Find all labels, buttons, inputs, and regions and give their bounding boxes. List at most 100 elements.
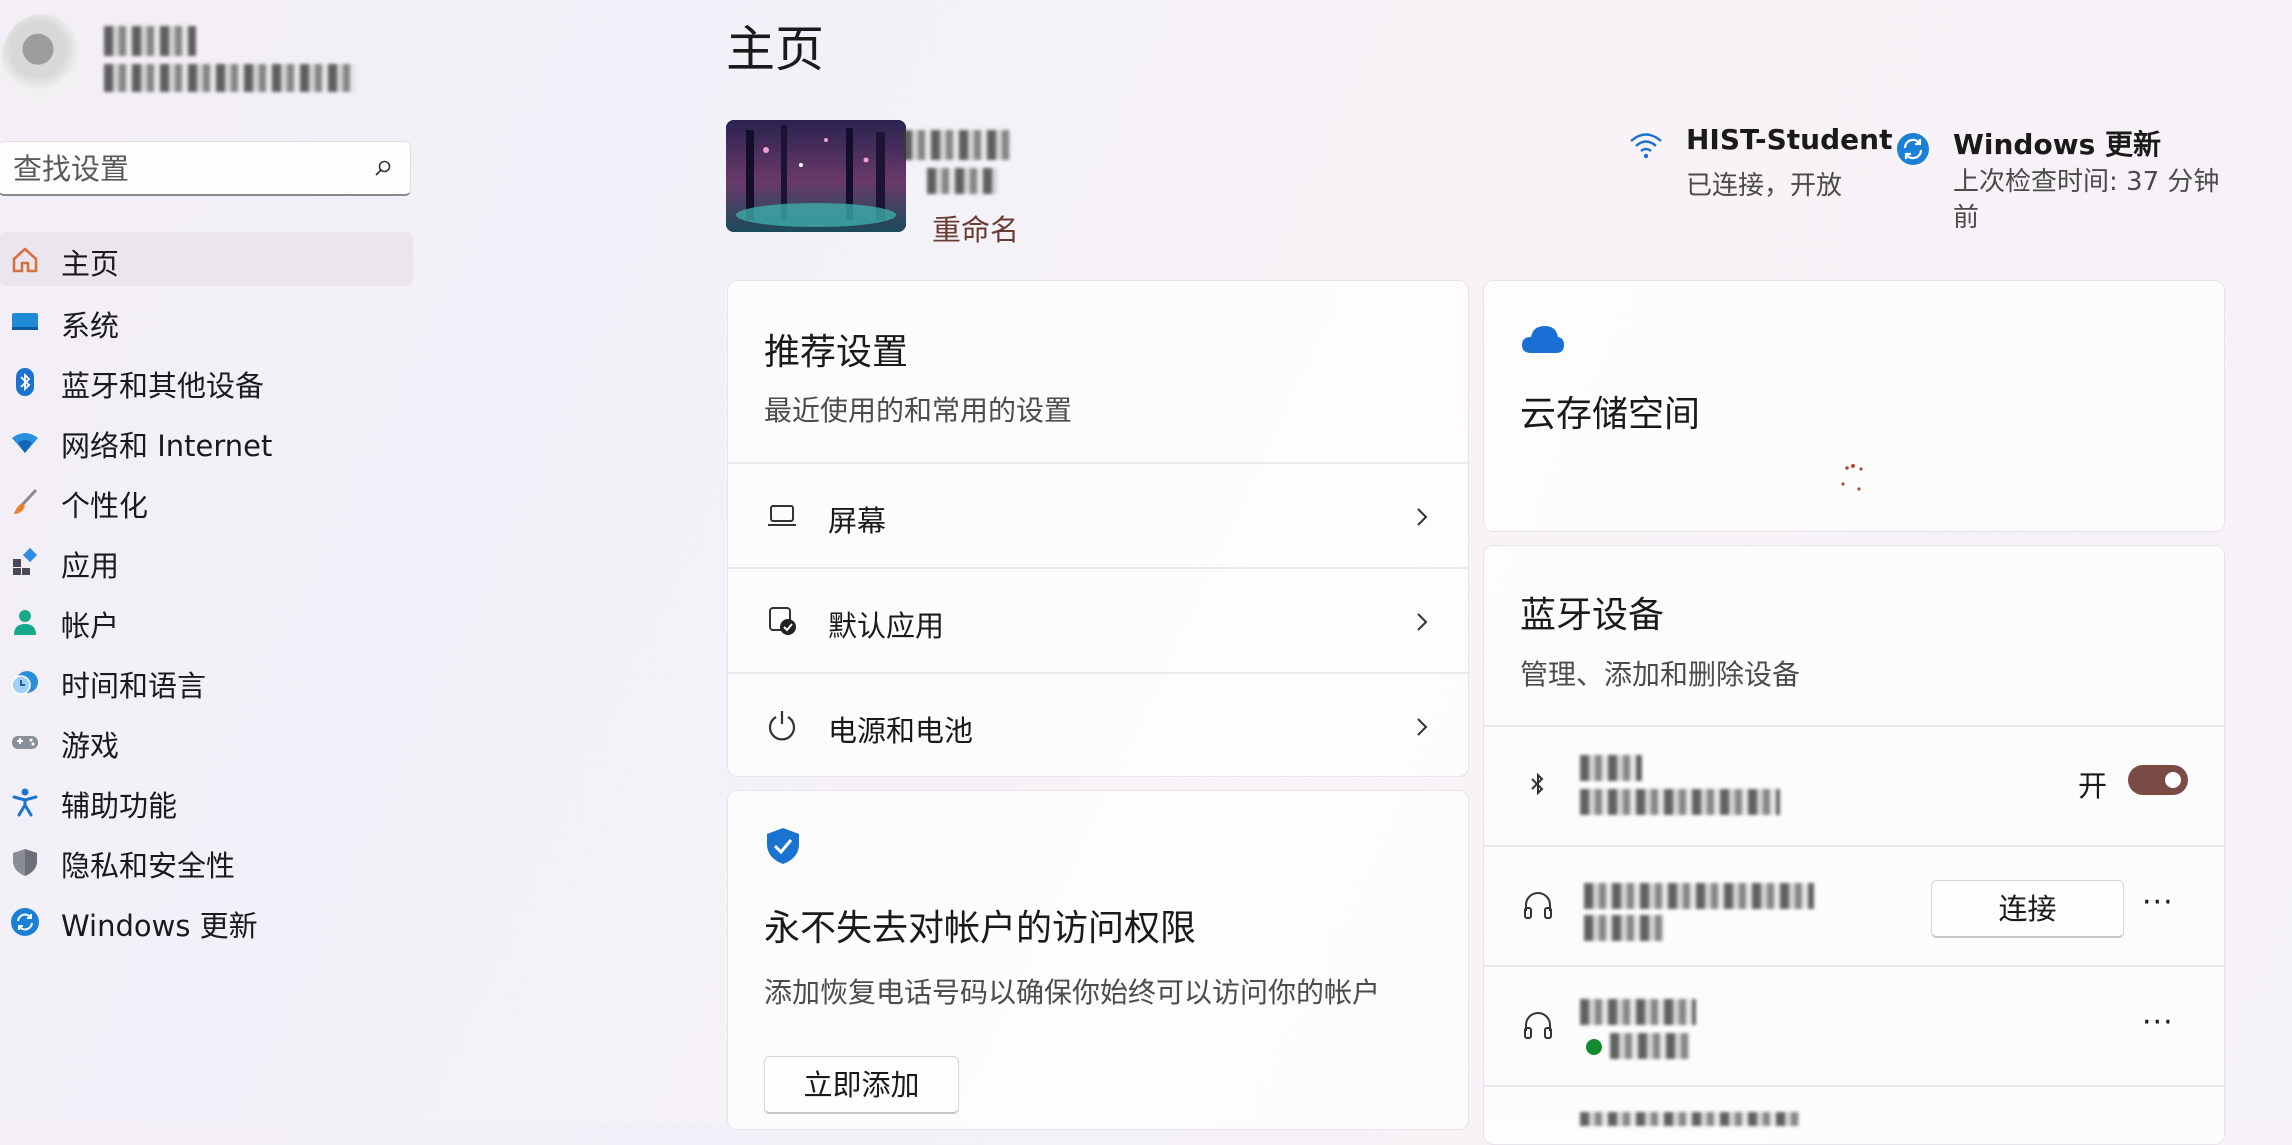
system-icon	[12, 313, 38, 330]
chevron-right-icon	[1417, 508, 1428, 526]
sidebar-item-bluetooth[interactable]: 蓝牙和其他设备	[0, 354, 413, 408]
card-title: 云存储空间	[1520, 394, 1701, 435]
headphones-icon	[1524, 892, 1552, 919]
search-box[interactable]	[0, 141, 411, 196]
card-subtitle: 最近使用的和常用的设置	[764, 394, 1073, 427]
divider	[1484, 1085, 2224, 1087]
sidebar-item-label: 主页	[61, 247, 120, 281]
power-icon	[768, 711, 796, 741]
brush-icon	[14, 488, 38, 514]
toggle-label: 开	[2078, 769, 2108, 803]
add-now-button[interactable]: 立即添加	[764, 1056, 959, 1114]
user-name-redacted	[104, 26, 196, 56]
sidebar-item-label: 系统	[61, 309, 120, 343]
more-options-button[interactable]: ···	[2142, 1005, 2174, 1040]
shield-check-icon	[767, 828, 799, 864]
account-icon	[14, 610, 36, 635]
update-icon	[11, 908, 39, 936]
home-icon	[12, 247, 38, 273]
device-name-redacted	[1584, 883, 1814, 909]
wallpaper-thumbnail[interactable]	[726, 120, 906, 232]
sidebar-item-label: 游戏	[61, 729, 120, 763]
sidebar-item-apps[interactable]: 应用	[0, 534, 413, 588]
card-title: 蓝牙设备	[1520, 595, 1665, 636]
sidebar-item-home[interactable]: 主页	[0, 232, 413, 286]
bluetooth-device-row[interactable]: 连接 ···	[1484, 847, 2224, 965]
avatar[interactable]	[2, 14, 82, 102]
sidebar-item-personalization[interactable]: 个性化	[0, 474, 413, 528]
sidebar-item-label: 隐私和安全性	[61, 849, 236, 883]
headphones-icon	[1524, 1012, 1552, 1039]
network-icon	[12, 433, 38, 453]
bluetooth-devices-card: 蓝牙设备 管理、添加和删除设备 开 连接 ··· ···	[1483, 545, 2225, 1145]
default-apps-icon	[769, 607, 796, 635]
device-name-redacted	[1580, 755, 1642, 781]
apps-icon	[13, 547, 38, 575]
connect-button[interactable]: 连接	[1931, 880, 2124, 938]
sidebar-item-label: 网络和 Internet	[61, 429, 273, 463]
update-status-icon	[1897, 133, 1929, 165]
row-display[interactable]: 屏幕	[728, 464, 1468, 567]
sidebar-item-label: 应用	[61, 549, 120, 583]
time-language-icon	[11, 671, 38, 695]
gamepad-icon	[12, 736, 38, 749]
device-status-redacted	[1610, 1033, 1690, 1059]
device-status-redacted	[1580, 789, 1780, 815]
cloud-storage-card: 云存储空间	[1483, 280, 2225, 532]
row-label: 屏幕	[828, 504, 887, 538]
sidebar-item-label: 时间和语言	[61, 669, 207, 703]
row-power-battery[interactable]: 电源和电池	[728, 674, 1468, 776]
device-name-redacted	[903, 130, 1011, 160]
sidebar-item-gaming[interactable]: 游戏	[0, 714, 413, 768]
toggle-knob	[2165, 772, 2181, 788]
shield-icon	[13, 849, 37, 876]
device-status-redacted	[1584, 915, 1664, 941]
sidebar-item-accessibility[interactable]: 辅助功能	[0, 774, 413, 828]
sidebar-item-label: 辅助功能	[61, 789, 178, 823]
wifi-network-name[interactable]: HIST-Student	[1686, 123, 1892, 156]
loading-spinner-icon	[1841, 464, 1863, 491]
sidebar-item-label: 蓝牙和其他设备	[61, 369, 265, 403]
bluetooth-toggle-row: 开	[1484, 727, 2224, 845]
sidebar-item-label: 帐户	[61, 609, 120, 643]
card-subtitle: 管理、添加和删除设备	[1520, 658, 1801, 691]
sidebar-item-label: Windows 更新	[61, 909, 258, 943]
windows-update-status: 上次检查时间: 37 分钟前	[1953, 167, 2220, 233]
row-default-apps[interactable]: 默认应用	[728, 569, 1468, 672]
chevron-right-icon	[1417, 718, 1428, 736]
sidebar-item-network[interactable]: 网络和 Internet	[0, 414, 413, 468]
bluetooth-device-row[interactable]: ···	[1484, 967, 2224, 1085]
account-recovery-card: 永不失去对帐户的访问权限 添加恢复电话号码以确保你始终可以访问你的帐户 立即添加	[727, 790, 1469, 1130]
wifi-icon	[1630, 133, 1662, 159]
bluetooth-icon	[16, 368, 34, 396]
wifi-status: 已连接，开放	[1686, 171, 1843, 201]
windows-update-title[interactable]: Windows 更新	[1953, 123, 2161, 163]
bluetooth-toggle[interactable]	[2128, 765, 2188, 795]
sidebar-item-windows-update[interactable]: Windows 更新	[0, 894, 413, 948]
sidebar-item-privacy[interactable]: 隐私和安全性	[0, 834, 413, 888]
chevron-right-icon	[1417, 613, 1428, 631]
wallpaper-image	[726, 120, 906, 232]
sidebar-item-accounts[interactable]: 帐户	[0, 594, 413, 648]
search-input[interactable]	[11, 142, 355, 196]
card-title: 推荐设置	[764, 332, 909, 373]
bluetooth-icon	[1531, 772, 1544, 796]
user-email-redacted	[104, 64, 356, 92]
device-name-redacted	[1580, 1112, 1800, 1126]
recommended-settings-card: 推荐设置 最近使用的和常用的设置 屏幕 默认应用 电源和电池	[727, 280, 1469, 777]
rename-link[interactable]: 重命名	[932, 207, 1019, 249]
search-icon[interactable]	[374, 159, 392, 177]
cloud-icon	[1522, 326, 1564, 353]
accessibility-icon	[12, 788, 38, 817]
sidebar-item-system[interactable]: 系统	[0, 294, 413, 348]
row-label: 默认应用	[828, 609, 945, 643]
sidebar-item-label: 个性化	[61, 489, 149, 523]
sidebar-item-time-language[interactable]: 时间和语言	[0, 654, 413, 708]
page-title: 主页	[726, 21, 825, 78]
device-model-redacted	[927, 168, 997, 194]
card-title: 永不失去对帐户的访问权限	[764, 908, 1197, 949]
row-label: 电源和电池	[828, 714, 974, 748]
more-options-button[interactable]: ···	[2142, 885, 2174, 920]
connected-status-dot	[1586, 1039, 1602, 1055]
laptop-icon	[768, 505, 796, 526]
